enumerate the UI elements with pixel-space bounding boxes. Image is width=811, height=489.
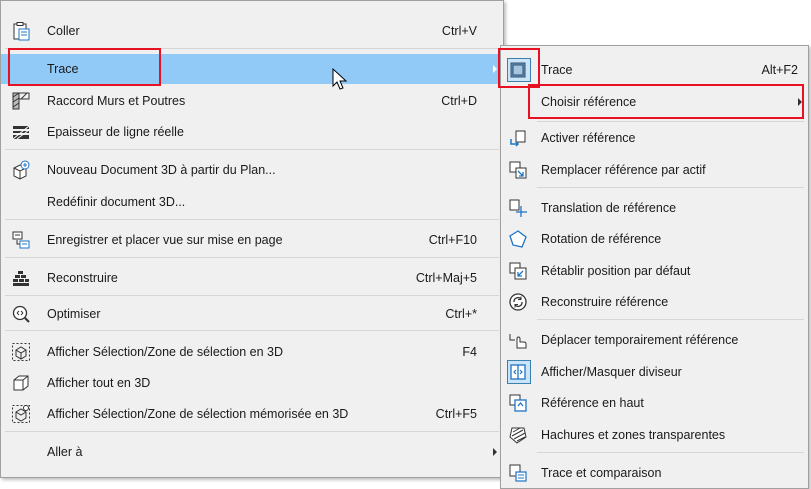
annotation-box-trace xyxy=(8,48,161,86)
menu-item-label: Activer référence xyxy=(541,131,636,145)
menu-item-label: Epaisseur de ligne réelle xyxy=(47,125,184,139)
save-place-view-icon xyxy=(12,231,30,249)
menu-item-shortcut: Ctrl+F5 xyxy=(435,407,477,421)
menu-separator xyxy=(537,187,804,188)
rebuild-reference-icon xyxy=(509,293,527,311)
menu-item-shortcut: Ctrl+* xyxy=(445,307,477,321)
activate-reference-icon xyxy=(510,130,526,147)
menu-item-label: Aller à xyxy=(47,445,83,459)
submenu-item-deplacer-temporairement[interactable]: Déplacer temporairement référence xyxy=(501,325,808,355)
menu-item-optimiser[interactable]: Optimiser Ctrl+* xyxy=(1,299,503,329)
menu-item-label: Trace xyxy=(541,63,573,77)
menu-separator xyxy=(5,149,499,150)
wall-beam-join-icon xyxy=(12,92,30,110)
clipboard-paste-icon xyxy=(13,22,30,41)
mouse-pointer-icon xyxy=(332,68,348,90)
menu-item-label: Rotation de référence xyxy=(541,232,662,246)
menu-item-label: Rétablir position par défaut xyxy=(541,264,691,278)
menu-item-label: Nouveau Document 3D à partir du Plan... xyxy=(47,163,276,177)
menu-item-label: Translation de référence xyxy=(541,201,677,215)
menu-item-shortcut: Ctrl+Maj+5 xyxy=(415,271,477,285)
menu-separator xyxy=(537,319,804,320)
menu-item-reconstruire[interactable]: Reconstruire Ctrl+Maj+5 xyxy=(1,263,503,293)
menu-item-label: Remplacer référence par actif xyxy=(541,163,706,177)
menu-item-shortcut: Ctrl+D xyxy=(441,94,477,108)
menu-item-label: Reconstruire référence xyxy=(541,295,669,309)
divider-toggle-icon xyxy=(510,364,526,380)
menu-item-afficher-selection-memorisee-3d[interactable]: Afficher Sélection/Zone de sélection mém… xyxy=(1,399,503,429)
hatch-transparent-icon xyxy=(509,427,527,444)
new-3d-document-icon xyxy=(13,160,30,180)
temp-move-reference-icon xyxy=(509,334,527,349)
menu-item-afficher-tout-3d[interactable]: Afficher tout en 3D xyxy=(1,368,503,398)
menu-separator xyxy=(5,330,499,331)
menu-separator xyxy=(5,219,499,220)
menu-item-aller-a[interactable]: Aller à xyxy=(1,437,503,467)
menu-item-label: Déplacer temporairement référence xyxy=(541,333,739,347)
menu-item-epaisseur-ligne[interactable]: Epaisseur de ligne réelle xyxy=(1,117,503,147)
menu-item-shortcut: Alt+F2 xyxy=(761,63,798,77)
translate-reference-icon xyxy=(509,199,527,217)
all-3d-icon xyxy=(13,375,29,391)
submenu-item-afficher-masquer-diviseur[interactable]: Afficher/Masquer diviseur xyxy=(501,357,808,387)
menu-separator xyxy=(5,257,499,258)
menu-item-label: Enregistrer et placer vue sur mise en pa… xyxy=(47,233,283,247)
menu-separator xyxy=(5,295,499,296)
rebuild-icon xyxy=(13,271,29,286)
reset-position-icon xyxy=(509,262,527,280)
menu-item-shortcut: Ctrl+V xyxy=(441,24,477,38)
trace-compare-icon xyxy=(509,464,527,482)
submenu-item-activer-reference[interactable]: Activer référence xyxy=(501,123,808,153)
submenu-item-rotation-reference[interactable]: Rotation de référence xyxy=(501,224,808,254)
menu-item-label: Optimiser xyxy=(47,307,101,321)
rotate-reference-icon xyxy=(509,230,527,248)
selection-3d-icon xyxy=(12,343,30,361)
menu-separator xyxy=(537,452,804,453)
menu-item-redefinir-document-3d[interactable]: Redéfinir document 3D... xyxy=(1,187,503,217)
menu-separator xyxy=(537,121,804,122)
submenu-item-trace[interactable]: Trace Alt+F2 xyxy=(501,55,808,85)
submenu-item-reference-en-haut[interactable]: Référence en haut xyxy=(501,388,808,418)
menu-item-enregistrer-placer-vue[interactable]: Enregistrer et placer vue sur mise en pa… xyxy=(1,225,503,255)
menu-item-afficher-selection-3d[interactable]: Afficher Sélection/Zone de sélection en … xyxy=(1,337,503,367)
menu-item-label: Afficher Sélection/Zone de sélection mém… xyxy=(47,407,349,421)
replace-reference-icon xyxy=(509,161,527,179)
submenu-arrow-icon xyxy=(493,448,497,456)
annotation-box-trace-toggle xyxy=(498,48,540,88)
menu-item-label: Raccord Murs et Poutres xyxy=(47,94,186,108)
menu-item-raccord-murs-poutres[interactable]: Raccord Murs et Poutres Ctrl+D xyxy=(1,86,503,116)
menu-item-label: Coller xyxy=(47,24,80,38)
submenu-arrow-icon xyxy=(493,65,497,73)
menu-separator xyxy=(5,431,499,432)
menu-item-label: Hachures et zones transparentes xyxy=(541,428,726,442)
menu-item-label: Afficher tout en 3D xyxy=(47,376,151,390)
reference-on-top-icon xyxy=(509,394,527,412)
stored-selection-3d-icon xyxy=(12,405,30,423)
submenu-item-reconstruire-reference[interactable]: Reconstruire référence xyxy=(501,287,808,317)
submenu-item-remplacer-reference[interactable]: Remplacer référence par actif xyxy=(501,155,808,185)
menu-item-label: Référence en haut xyxy=(541,396,644,410)
menu-item-label: Afficher Sélection/Zone de sélection en … xyxy=(47,345,284,359)
menu-item-label: Redéfinir document 3D... xyxy=(47,195,186,209)
zoom-optimize-icon xyxy=(12,305,30,323)
annotation-box-choisir-reference xyxy=(528,84,804,119)
menu-item-label: Reconstruire xyxy=(47,271,118,285)
menu-item-shortcut: Ctrl+F10 xyxy=(428,233,477,247)
submenu-item-hachures-zones-transparentes[interactable]: Hachures et zones transparentes xyxy=(501,420,808,450)
menu-item-coller[interactable]: Coller Ctrl+V xyxy=(1,16,503,46)
submenu-item-translation-reference[interactable]: Translation de référence xyxy=(501,193,808,223)
submenu-item-retablir-position[interactable]: Rétablir position par défaut xyxy=(501,256,808,286)
menu-item-label: Trace et comparaison xyxy=(541,466,662,480)
menu-item-nouveau-document-3d[interactable]: Nouveau Document 3D à partir du Plan... xyxy=(1,155,503,185)
menu-item-label: Afficher/Masquer diviseur xyxy=(541,365,682,379)
menu-item-shortcut: F4 xyxy=(462,345,477,359)
line-weight-icon xyxy=(12,125,30,140)
submenu-item-trace-et-comparaison[interactable]: Trace et comparaison xyxy=(501,458,808,488)
